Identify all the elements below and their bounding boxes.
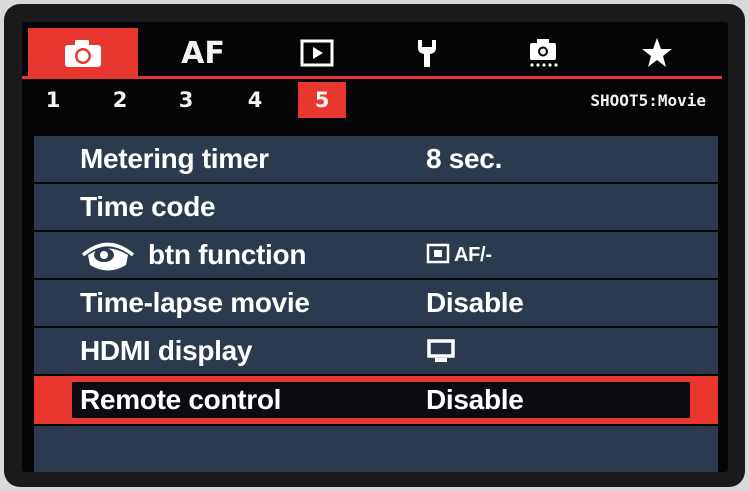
camera-icon [65,40,101,67]
menu-item-value: AF/- [454,243,492,266]
custom-functions-icon [530,39,558,67]
af-lock-icon [426,243,450,264]
tab-playback[interactable] [262,28,372,78]
menu-item-label: HDMI display [80,335,253,366]
page-5[interactable]: 5 [298,82,346,118]
tab-custom-functions[interactable] [488,28,598,78]
menu-item-value-group [426,338,456,364]
eye-icon [81,242,135,271]
menu-item-metering-timer[interactable]: Metering timer 8 sec. [34,136,718,182]
page-2[interactable]: 2 [96,82,144,118]
menu-item-value-group: AF/- [426,242,492,268]
menu-tab-bar: AF [22,28,728,78]
menu-item-label: Metering timer [80,143,269,174]
page-selector: 1 2 3 4 5 SHOOT5:Movie [22,80,728,120]
menu-item-remote-control[interactable]: Remote control Disable [34,376,718,424]
menu-item-value: Disable [426,287,524,318]
menu-item-label: btn function [148,239,307,270]
wrench-icon [418,40,436,67]
playback-icon [300,39,334,67]
screen-title: SHOOT5:Movie [590,91,706,110]
page-4[interactable]: 4 [231,82,279,118]
menu-empty-row [34,426,718,472]
menu-item-label: Time-lapse movie [80,287,310,318]
tab-af-label: AF [181,35,225,71]
tab-shoot[interactable] [28,28,138,78]
tab-setup[interactable] [372,28,482,78]
page-1[interactable]: 1 [29,82,77,118]
menu-item-hdmi-display[interactable]: HDMI display [34,328,718,374]
menu-item-label: Time code [80,191,216,222]
menu-item-time-lapse-movie[interactable]: Time-lapse movie Disable [34,280,718,326]
tab-underline [22,76,722,79]
menu-item-label-group: btn function [80,238,306,272]
star-icon [642,38,672,67]
tab-af[interactable]: AF [148,28,258,78]
monitor-icon [427,339,455,362]
menu-item-value: Disable [426,384,524,415]
menu-item-time-code[interactable]: Time code [34,184,718,230]
tab-my-menu[interactable] [602,28,712,78]
menu-item-btn-function[interactable]: btn function AF/- [34,232,718,278]
menu-item-label: Remote control [80,384,282,415]
lcd-screen: AF 1 2 3 4 5 SHOOT5:Movie Metering timer… [22,22,728,472]
page-3[interactable]: 3 [162,82,210,118]
menu-item-value: 8 sec. [426,143,503,174]
